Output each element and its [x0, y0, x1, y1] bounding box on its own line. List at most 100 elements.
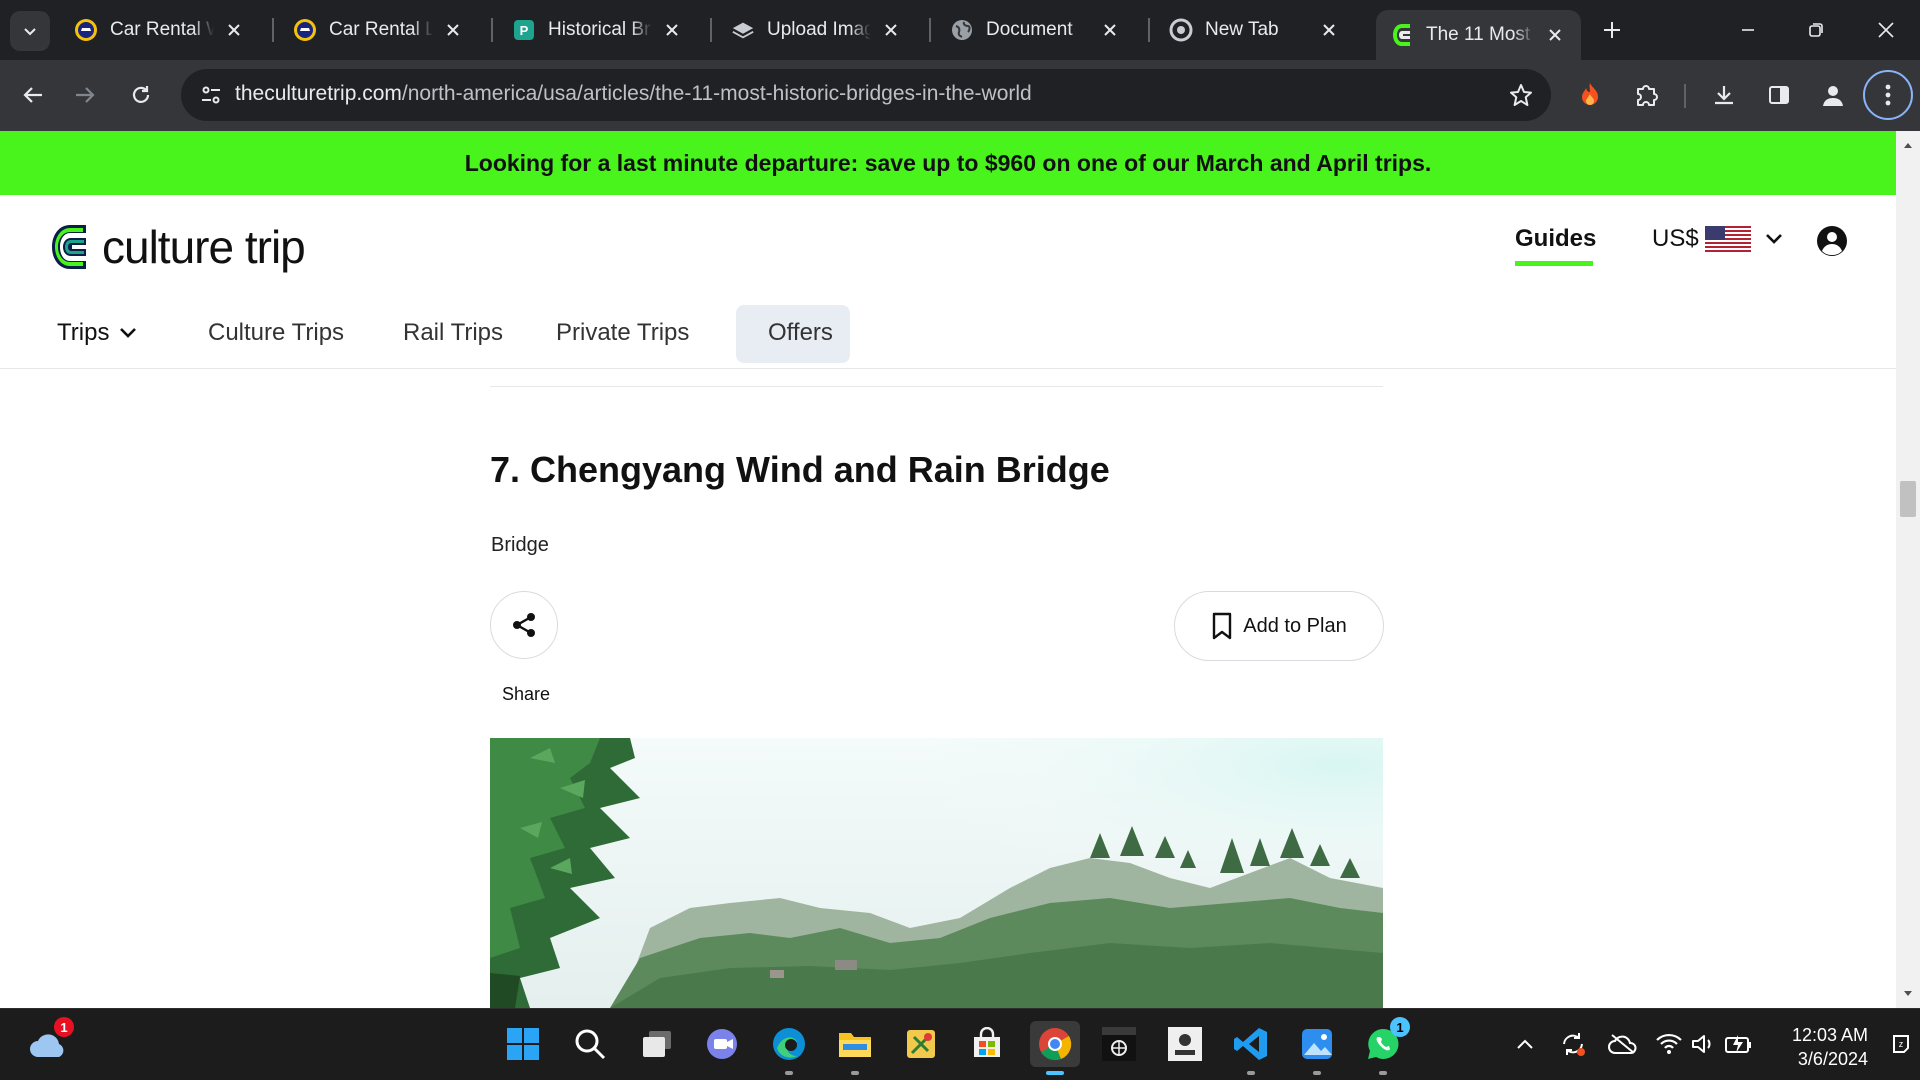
restore-icon	[1809, 23, 1823, 37]
close-icon[interactable]	[1543, 23, 1567, 47]
page-scrollbar[interactable]	[1896, 131, 1920, 1008]
running-indicator	[1313, 1071, 1321, 1075]
scroll-down-arrow-icon[interactable]	[1896, 984, 1920, 1004]
nav-trips-dropdown[interactable]: Trips	[57, 319, 137, 347]
nav-trips-label: Trips	[57, 319, 110, 346]
site-header: culture trip Guides US$ Trips Culture Tr…	[0, 195, 1896, 369]
back-button[interactable]	[12, 74, 54, 116]
fifa-game-button[interactable]	[1164, 1023, 1206, 1065]
tab-title: New Tab	[1205, 19, 1279, 40]
guides-active-underline	[1515, 261, 1593, 266]
site-settings-icon[interactable]	[195, 79, 227, 111]
tab-new-tab[interactable]: New Tab	[1155, 8, 1355, 52]
scroll-thumb[interactable]	[1900, 481, 1916, 517]
system-clock[interactable]: 12:03 AM 3/6/2024	[1768, 1023, 1868, 1071]
new-tab-button[interactable]	[1596, 14, 1628, 46]
minimize-button[interactable]	[1718, 8, 1778, 52]
start-button[interactable]	[502, 1023, 544, 1065]
wifi-icon	[1656, 1033, 1682, 1054]
teams-chat-button[interactable]	[702, 1023, 744, 1065]
add-to-plan-button[interactable]: Add to Plan	[1174, 591, 1384, 661]
tab-car-rental-website[interactable]: Car Rental Website	[60, 8, 260, 52]
chevron-up-icon	[1517, 1039, 1533, 1049]
extensions-button[interactable]	[1625, 74, 1667, 116]
weather-widget[interactable]: 1	[26, 1017, 74, 1065]
notifications-button[interactable]: z	[1886, 1027, 1916, 1061]
currency-selector[interactable]: US$	[1652, 225, 1783, 253]
url-text[interactable]: theculturetrip.com/north-america/usa/art…	[235, 82, 1032, 106]
sync-icon	[1563, 1033, 1585, 1056]
vscode-button[interactable]	[1230, 1023, 1272, 1075]
reload-button[interactable]	[120, 74, 162, 116]
promo-banner[interactable]: Looking for a last minute departure: sav…	[0, 131, 1896, 195]
bookmark-star-button[interactable]	[1505, 79, 1537, 111]
tab-historical-bridges[interactable]: P Historical Bridges	[498, 8, 698, 52]
nav-rail-trips[interactable]: Rail Trips	[403, 319, 503, 347]
video-chat-icon	[707, 1029, 737, 1059]
file-explorer-button[interactable]	[834, 1023, 876, 1075]
close-window-button[interactable]	[1856, 8, 1916, 52]
tab-upload-image[interactable]: Upload Image	[717, 8, 917, 52]
share-icon	[513, 613, 535, 637]
windows-logo-icon	[507, 1028, 539, 1060]
chevron-down-icon	[1765, 234, 1782, 244]
weather-badge: 1	[54, 1017, 74, 1037]
photos-button[interactable]	[1296, 1023, 1338, 1075]
close-icon[interactable]	[1317, 18, 1341, 42]
edge-browser-button[interactable]	[768, 1023, 810, 1075]
tab-separator	[1148, 18, 1150, 42]
chrome-menu-button[interactable]	[1863, 70, 1913, 120]
chrome-icon	[1169, 18, 1193, 42]
tab-search-button[interactable]	[10, 11, 50, 51]
active-indicator	[1046, 1071, 1064, 1075]
sync-tray-icon[interactable]	[1556, 1027, 1590, 1061]
close-icon[interactable]	[1098, 18, 1122, 42]
address-bar[interactable]: theculturetrip.com/north-america/usa/art…	[181, 69, 1551, 121]
task-view-button[interactable]	[636, 1023, 678, 1065]
account-icon[interactable]	[1816, 225, 1848, 257]
pes-game-button[interactable]	[1098, 1023, 1140, 1065]
chrome-taskbar-button[interactable]	[1030, 1021, 1080, 1075]
tab-separator	[929, 18, 931, 42]
close-icon[interactable]	[441, 18, 465, 42]
guides-link[interactable]: Guides	[1515, 225, 1596, 253]
close-icon[interactable]	[660, 18, 684, 42]
flame-icon	[1582, 83, 1598, 105]
us-flag-icon	[1704, 226, 1751, 252]
taskbar-search-button[interactable]	[569, 1023, 611, 1065]
restore-button[interactable]	[1786, 8, 1846, 52]
nav-offers-label[interactable]: Offers	[768, 319, 833, 347]
tab-document[interactable]: Document	[936, 8, 1136, 52]
share-button[interactable]	[490, 591, 558, 659]
profile-button[interactable]	[1812, 74, 1854, 116]
close-icon[interactable]	[222, 18, 246, 42]
nav-culture-trips[interactable]: Culture Trips	[208, 319, 344, 347]
car-rental-icon	[293, 18, 317, 42]
minimize-icon	[1742, 29, 1754, 31]
notification-icon: z	[1893, 1035, 1909, 1053]
microsoft-store-button[interactable]	[966, 1023, 1008, 1065]
page-viewport: Looking for a last minute departure: sav…	[0, 131, 1896, 1008]
scroll-up-arrow-icon[interactable]	[1896, 135, 1920, 155]
globe-icon	[950, 18, 974, 42]
close-icon	[1878, 22, 1894, 38]
forward-button[interactable]	[64, 74, 106, 116]
promo-text: Looking for a last minute departure: sav…	[464, 149, 1432, 176]
more-vert-icon	[1885, 84, 1891, 106]
onedrive-tray-icon[interactable]	[1606, 1027, 1640, 1061]
extension-flame-button[interactable]	[1569, 74, 1611, 116]
side-panel-button[interactable]	[1758, 74, 1800, 116]
site-logo[interactable]: culture trip	[50, 220, 306, 274]
whatsapp-button[interactable]: 1	[1362, 1017, 1410, 1075]
app-tools-button[interactable]	[900, 1023, 942, 1065]
tab-car-rental-landing[interactable]: Car Rental Landing	[279, 8, 479, 52]
downloads-button[interactable]	[1703, 74, 1745, 116]
tab-culture-trip-active[interactable]: The 11 Most Historic Bridges	[1376, 10, 1581, 60]
wifi-tray-icon[interactable]	[1652, 1027, 1686, 1061]
close-icon[interactable]	[879, 18, 903, 42]
volume-tray-icon[interactable]	[1686, 1027, 1720, 1061]
clock-date: 3/6/2024	[1797, 1049, 1868, 1069]
nav-private-trips[interactable]: Private Trips	[556, 319, 689, 347]
battery-tray-icon[interactable]	[1722, 1027, 1756, 1061]
show-hidden-icons-button[interactable]	[1508, 1027, 1542, 1061]
